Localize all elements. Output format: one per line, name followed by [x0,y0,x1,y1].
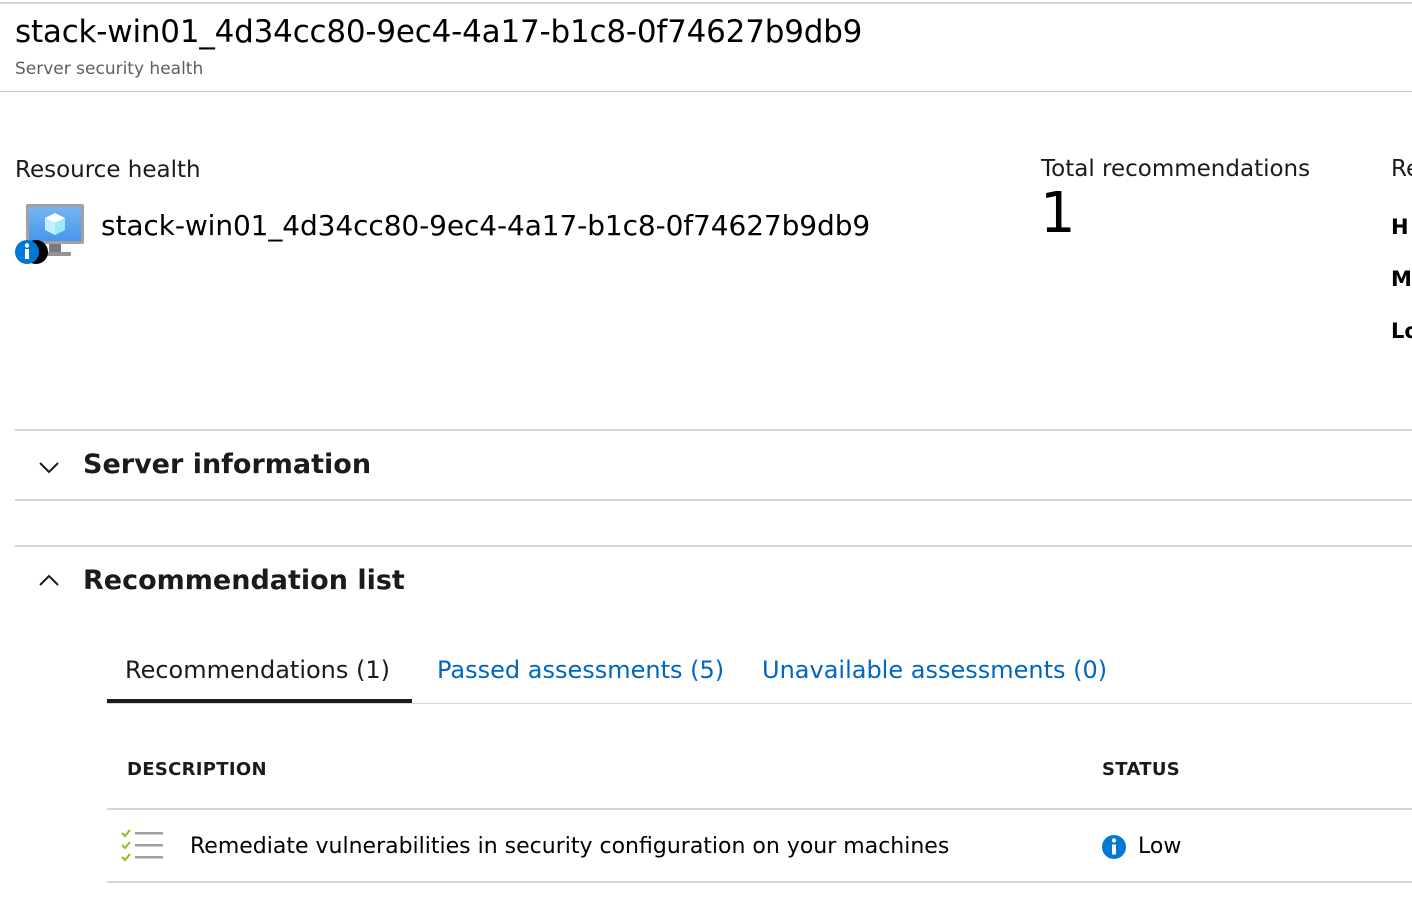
severity-low-label: Lo [1391,319,1412,343]
page-title: stack-win01_4d34cc80-9ec4-4a17-b1c8-0f74… [15,14,863,50]
server-information-toggle[interactable]: Server information [15,431,1412,499]
total-recommendations-value: 1 [1040,181,1076,246]
tab-passed-assessments[interactable]: Passed assessments (5) [437,656,724,684]
recommendation-description: Remediate vulnerabilities in security co… [190,834,950,859]
recommendations-by-severity-label: Re [1391,156,1412,182]
recommendation-list-toggle[interactable]: Recommendation list [15,547,1412,617]
recommendation-list-header: Recommendation list [83,565,405,596]
header-divider [0,91,1412,92]
severity-medium-label: M [1391,267,1412,291]
status-badge: Low [1138,834,1182,859]
severity-high-label: H [1391,215,1409,239]
divider [15,499,1412,501]
info-icon [15,240,48,264]
table-row-divider [107,881,1412,883]
resource-name: stack-win01_4d34cc80-9ec4-4a17-b1c8-0f74… [101,209,871,242]
chevron-up-icon [39,574,59,586]
tab-recommendations[interactable]: Recommendations (1) [125,656,390,684]
table-row[interactable]: Remediate vulnerabilities in security co… [107,810,1412,881]
server-security-health-blade: stack-win01_4d34cc80-9ec4-4a17-b1c8-0f74… [0,0,1412,908]
column-header-status[interactable]: STATUS [1102,759,1180,780]
info-icon [1102,835,1126,859]
tab-unavailable-assessments[interactable]: Unavailable assessments (0) [762,656,1107,684]
server-information-header: Server information [83,449,372,480]
resource-health-label: Resource health [15,157,201,183]
total-recommendations-label: Total recommendations [1041,156,1311,182]
chevron-down-icon [39,462,59,474]
top-divider [0,2,1412,4]
column-header-description[interactable]: DESCRIPTION [127,759,267,780]
checklist-icon [121,829,163,862]
page-subtitle: Server security health [15,59,204,79]
tabs-divider [107,703,1412,704]
